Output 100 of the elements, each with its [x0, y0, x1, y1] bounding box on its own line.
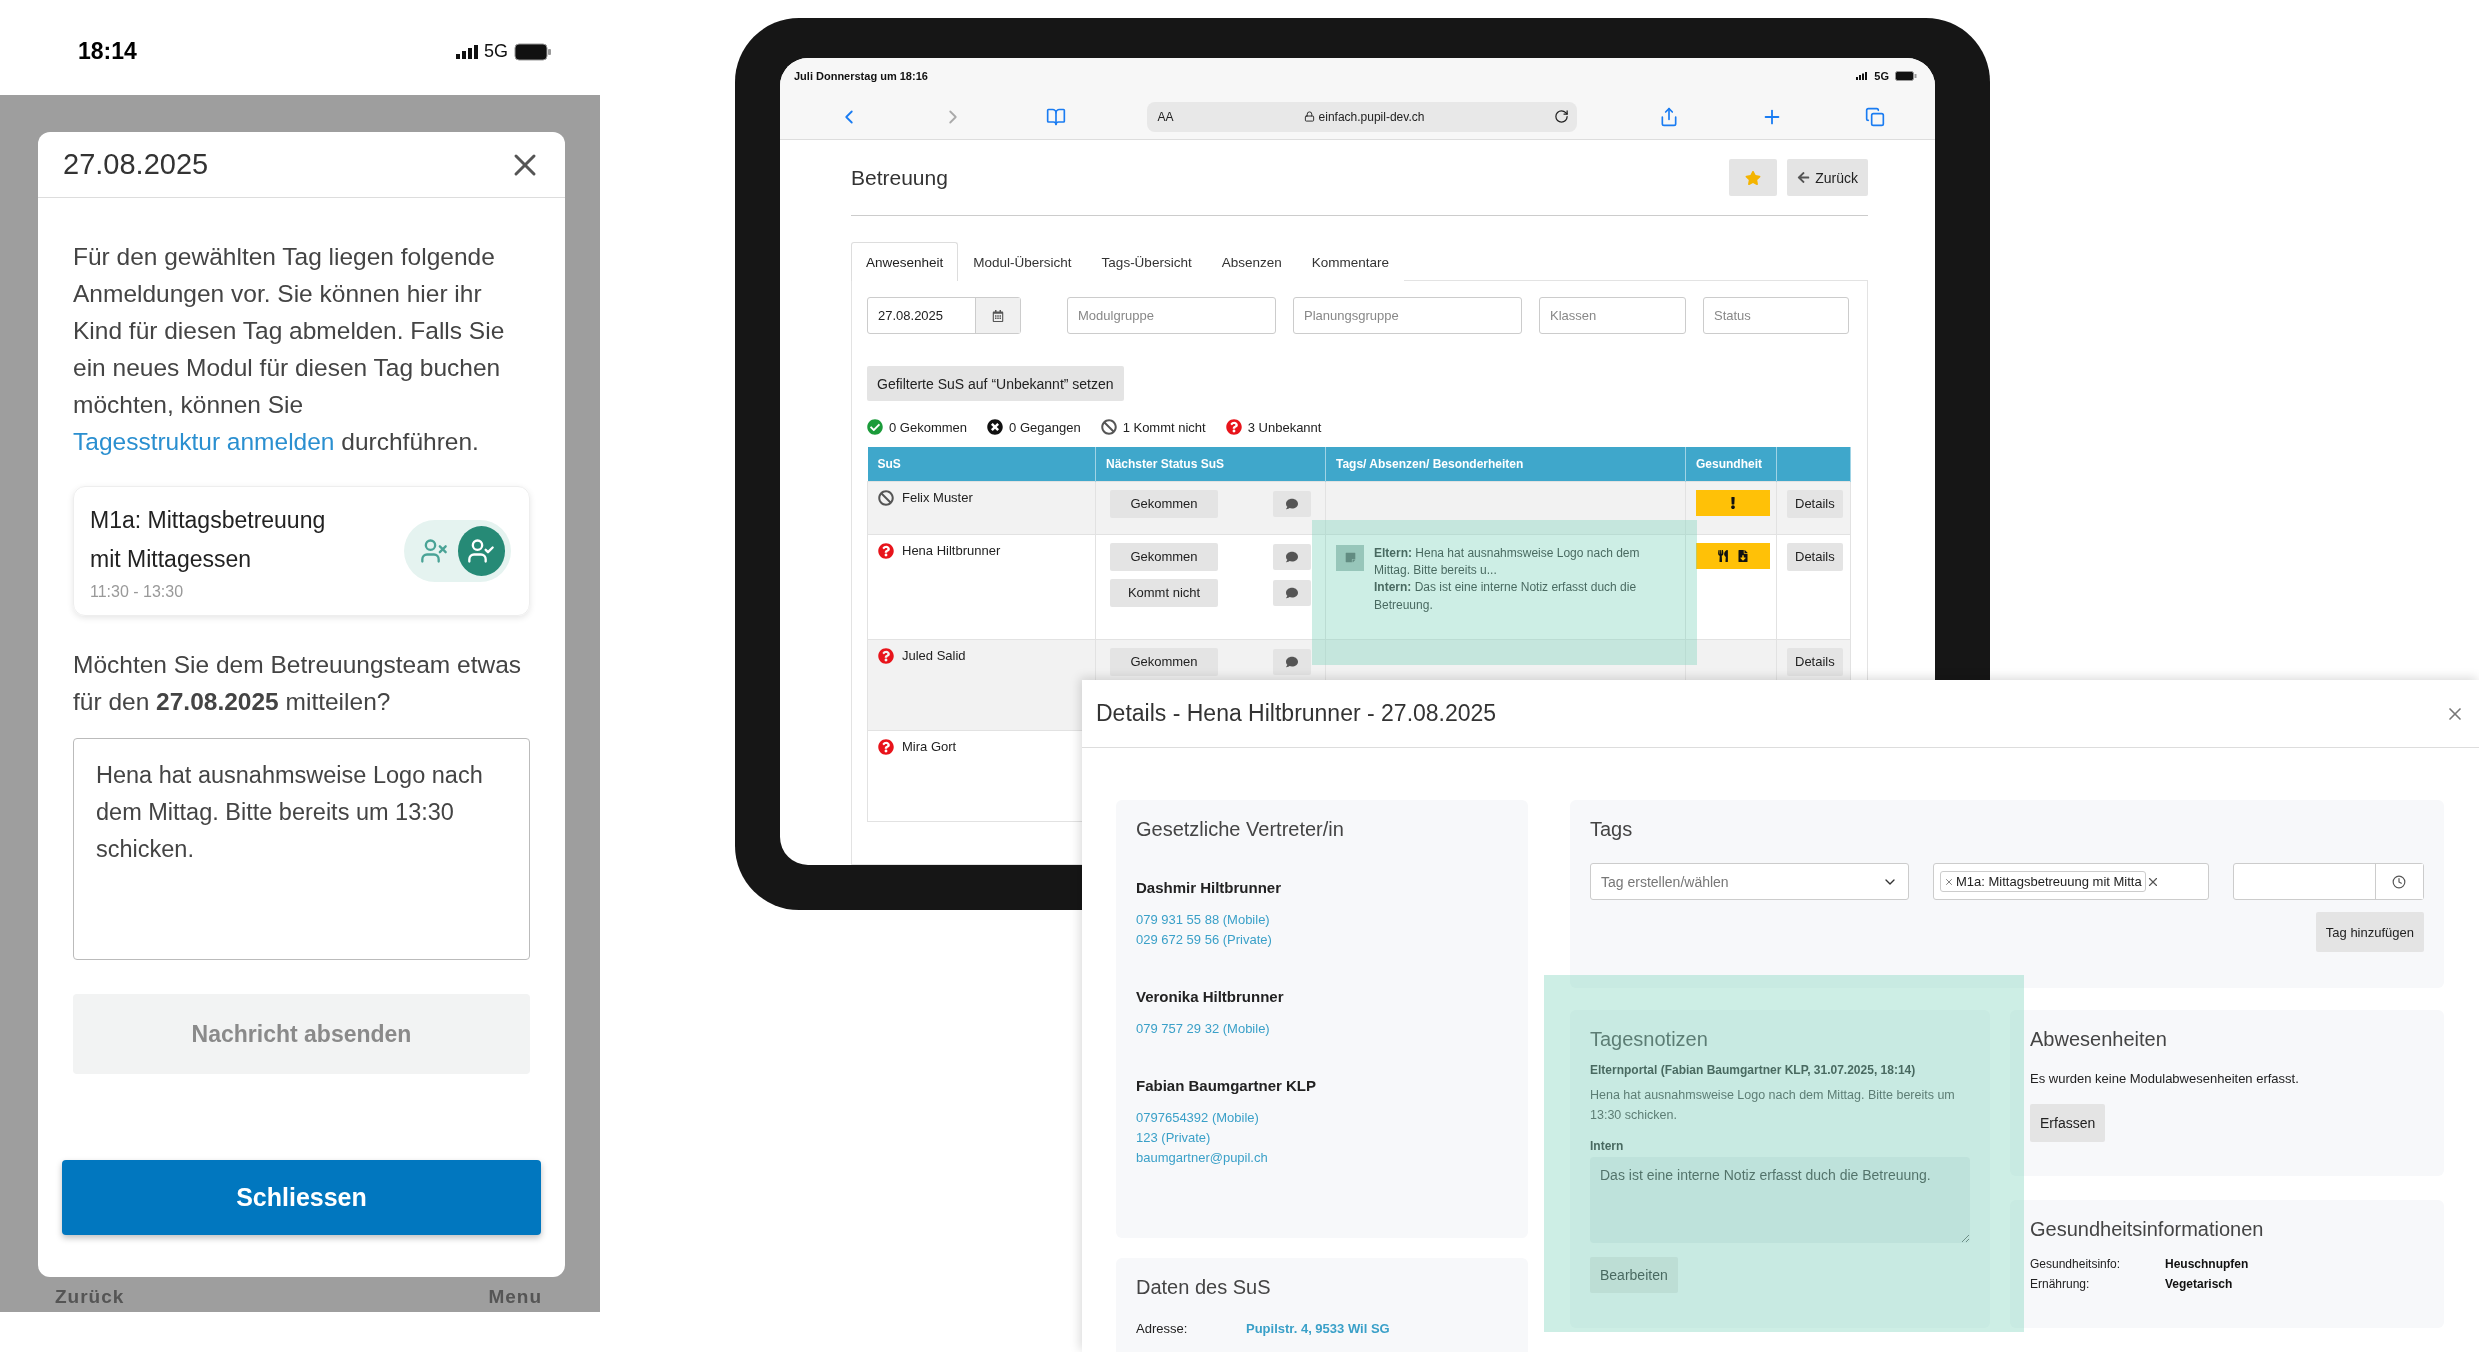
details-button[interactable]: Details: [1787, 542, 1843, 571]
column-header: Nächster Status SuS: [1095, 447, 1326, 481]
card-heading: Abwesenheiten: [2030, 1028, 2168, 1051]
status-time: 18:14: [78, 38, 137, 65]
add-tag-button[interactable]: Tag hinzufügen: [2315, 912, 2424, 952]
arrow-left-icon: [1797, 171, 1811, 184]
field-value: Vegetarisch: [2165, 1277, 2234, 1291]
column-header: Gesundheit: [1685, 447, 1777, 481]
card-heading: Gesetzliche Vertreter/in: [1136, 818, 1345, 841]
column-header: Tags/ Absenzen/ Besonderheiten: [1325, 447, 1686, 481]
reset-status-button[interactable]: Gefilterte SuS auf “Unbekannt” setzen: [867, 366, 1124, 401]
date-field[interactable]: 27.08.2025: [867, 297, 1021, 334]
filter-field[interactable]: Status: [1703, 297, 1849, 334]
address-bar[interactable]: AA einfach.pupil-dev.ch: [1147, 101, 1578, 132]
tabs-icon[interactable]: [1864, 106, 1885, 127]
absences-text: Es wurden keine Modulabwesenheiten erfasst.: [2030, 1071, 2300, 1086]
url-text: einfach.pupil-dev.ch: [1318, 109, 1425, 124]
contact-name: Fabian Baumgartner KLP: [1136, 1077, 1318, 1094]
field-label: Intern: [1590, 1139, 1625, 1153]
module-title: M1a: Mittagsbetreuung mit Mittagessen: [90, 506, 327, 574]
filter-field[interactable]: Klassen: [1539, 297, 1686, 334]
tag-field[interactable]: M1a: Mittagsbetreuung mit Mitta: [1933, 863, 2210, 900]
note-text: Eltern: Hena hat ausnahmsweise Logo nach dem Mittag. Bitte bereits u...: [1374, 544, 1641, 579]
legend-label: 3 Unbekannt: [1247, 419, 1322, 435]
signal-icon: [1856, 72, 1869, 80]
reload-icon[interactable]: [1554, 109, 1570, 124]
registered-icon: [467, 537, 496, 565]
legend-label: 0 Gegangen: [1009, 419, 1081, 435]
edit-button[interactable]: Bearbeiten: [1590, 1257, 1678, 1293]
status-button[interactable]: Kommt nicht: [1110, 578, 1218, 607]
filter-field[interactable]: Modulgruppe: [1067, 297, 1276, 334]
student-name: Juled Salid: [902, 648, 966, 663]
details-button[interactable]: Details: [1787, 647, 1843, 676]
ban-icon: [1100, 419, 1117, 435]
details-button[interactable]: Details: [1787, 489, 1843, 518]
register-link[interactable]: Tagesstruktur anmelden: [73, 428, 335, 455]
card-heading: Tagesnotizen: [1590, 1028, 1709, 1051]
card-heading: Daten des SuS: [1136, 1276, 1272, 1299]
column-header: SuS: [867, 447, 1096, 481]
note-author: Elternportal (Fabian Baumgartner KLP, 31.07.2025, 18:14): [1590, 1063, 1917, 1077]
student-name: Hena Hiltbrunner: [902, 543, 1001, 558]
network-label: 5G: [484, 41, 508, 62]
book-icon[interactable]: [1045, 106, 1066, 127]
intro-text: Für den gewählten Tag liegen folgende Anmeldungen vor. Sie können hier ihr Kind für diesen Tag abmelden. Falls Sie ein neues Modul für diesen Tag buchen möchten, können Sie Tagesstruktur anmelden durchführen.: [73, 242, 506, 457]
close-button[interactable]: Schliessen: [62, 1160, 541, 1235]
student-name: Felix Muster: [902, 490, 973, 505]
status-button[interactable]: Gekommen: [1110, 542, 1218, 571]
remove-icon[interactable]: [1944, 876, 1954, 887]
ban-icon: [878, 489, 894, 506]
comment-icon: [1286, 655, 1298, 668]
signal-icon: [456, 44, 478, 59]
comment-button[interactable]: [1273, 579, 1311, 606]
tab[interactable]: Anwesenheit: [851, 242, 959, 281]
question-text: Möchten Sie dem Betreuungsteam etwas für den 27.08.2025 mitteilen?: [73, 650, 523, 717]
status-time: Juli Donnerstag um 18:16: [794, 70, 928, 82]
note-text: Intern: Das ist eine interne Notiz erfasst duch die Betreuung.: [1374, 579, 1638, 614]
file-download-icon: [1737, 549, 1749, 562]
comment-button[interactable]: [1273, 490, 1311, 517]
status-button[interactable]: Gekommen: [1110, 489, 1218, 518]
dialog-title: Details - Hena Hiltbrunner - 27.08.2025: [1096, 700, 1497, 727]
status-button[interactable]: Gekommen: [1110, 647, 1218, 676]
cutlery-icon: [1717, 549, 1729, 562]
battery-icon: [1895, 71, 1917, 81]
field-label: Adresse:: [1136, 1321, 1189, 1336]
health-badge[interactable]: [1696, 542, 1770, 569]
battery-icon: [514, 42, 552, 61]
filter-field[interactable]: Planungsgruppe: [1293, 297, 1522, 334]
module-time: 11:30 - 13:30: [90, 583, 185, 601]
tag-chip[interactable]: M1a: Mittagsbetreuung mit Mitta: [1940, 871, 2146, 892]
contact-name: Veronika Hiltbrunner: [1136, 988, 1285, 1005]
tag-select[interactable]: Tag erstellen/wählen: [1590, 863, 1909, 900]
dialog-title: 27.08.2025: [63, 148, 209, 181]
comment-button[interactable]: [1273, 543, 1311, 570]
legend-label: 0 Gekommen: [889, 419, 968, 435]
text-size-label[interactable]: AA: [1157, 109, 1174, 124]
calendar-icon[interactable]: [976, 298, 1020, 333]
page-title: Betreuung: [851, 165, 948, 190]
field-label: Gesundheitsinfo:: [2030, 1257, 2122, 1271]
contact-name: Dashmir Hiltbrunner: [1136, 879, 1283, 896]
comment-icon: [1286, 550, 1298, 563]
intern-note-field[interactable]: Das ist eine interne Notiz erfasst duch die Betreuung.: [1590, 1157, 1970, 1243]
star-icon: [1745, 169, 1762, 186]
unregister-icon: [419, 537, 448, 565]
lock-icon: [1303, 111, 1315, 122]
note-icon: [1336, 544, 1364, 571]
note-text: Hena hat ausnahmsweise Logo nach dem Mittag. Bitte bereits um 13:30 schicken.: [1590, 1087, 1956, 1124]
field-label: Ernährung:: [2030, 1277, 2091, 1291]
card-heading: Gesundheitsinformationen: [2030, 1218, 2265, 1241]
share-icon[interactable]: [1659, 106, 1680, 127]
record-button[interactable]: Erfassen: [2030, 1104, 2106, 1142]
comment-icon: [1286, 586, 1298, 599]
time-field[interactable]: [2233, 863, 2424, 900]
network-label: 5G: [1874, 70, 1889, 82]
message-field[interactable]: Hena hat ausnahmsweise Logo nach dem Mittag. Bitte bereits um 13:30 schicken.: [73, 738, 530, 960]
field-value: Heuschnupfen: [2165, 1257, 2250, 1271]
legend-label: 1 Kommt nicht: [1122, 419, 1206, 435]
student-name: Mira Gort: [902, 739, 957, 754]
card-heading: Tags: [1590, 818, 1634, 841]
comment-button[interactable]: [1273, 648, 1311, 675]
back-button[interactable]: Zurück: [1787, 159, 1868, 196]
